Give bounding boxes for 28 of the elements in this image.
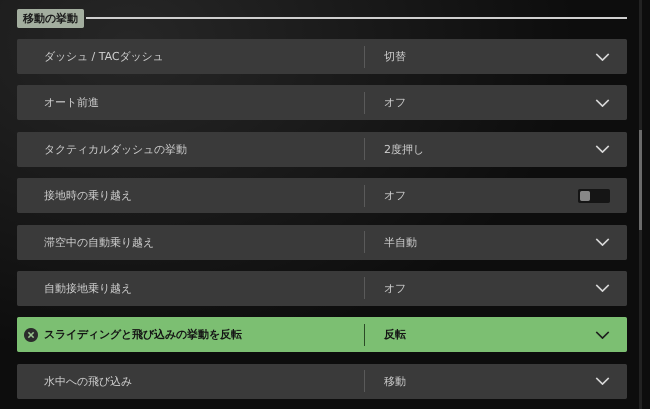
setting-label: 水中への飛び込み (44, 374, 132, 389)
setting-label: 滞空中の自動乗り越え (44, 234, 154, 250)
setting-row[interactable]: 接地時の乗り越え オフ (17, 178, 627, 214)
toggle-switch[interactable] (578, 188, 610, 203)
chevron-down-icon[interactable] (595, 330, 610, 339)
setting-row[interactable]: 水中への飛び込み 移動 (17, 364, 627, 399)
setting-value: オフ (384, 95, 406, 110)
setting-value: 切替 (384, 49, 406, 64)
setting-row[interactable]: オート前進 オフ (17, 85, 627, 120)
setting-row[interactable]: 滞空中の自動乗り越え 半自動 (17, 224, 627, 260)
setting-row[interactable]: ダッシュ / TACダッシュ 切替 (17, 39, 627, 74)
setting-label: 接地時の乗り越え (44, 188, 132, 204)
setting-value: 2度押し (384, 142, 424, 157)
setting-label: スライディングと飛び込みの挙動を反転 (44, 327, 242, 342)
setting-label: ダッシュ / TACダッシュ (44, 49, 164, 64)
setting-row[interactable]: 自動接地乗り越え オフ (17, 270, 627, 306)
section-title: 移動の挙動 (17, 8, 84, 28)
setting-label: オート前進 (44, 95, 99, 110)
clear-icon[interactable] (24, 328, 38, 342)
setting-value: 移動 (384, 374, 406, 389)
setting-row[interactable]: スライディングと飛び込みの挙動を反転 反転 (17, 317, 627, 352)
setting-label: 自動接地乗り越え (44, 280, 132, 296)
setting-value: 反転 (384, 327, 406, 342)
setting-row[interactable]: タクティカルダッシュの挙動 2度押し (17, 132, 627, 167)
setting-value: オフ (384, 280, 406, 296)
setting-label: タクティカルダッシュの挙動 (44, 142, 187, 157)
setting-value: オフ (384, 188, 406, 204)
setting-value: 半自動 (384, 234, 417, 250)
